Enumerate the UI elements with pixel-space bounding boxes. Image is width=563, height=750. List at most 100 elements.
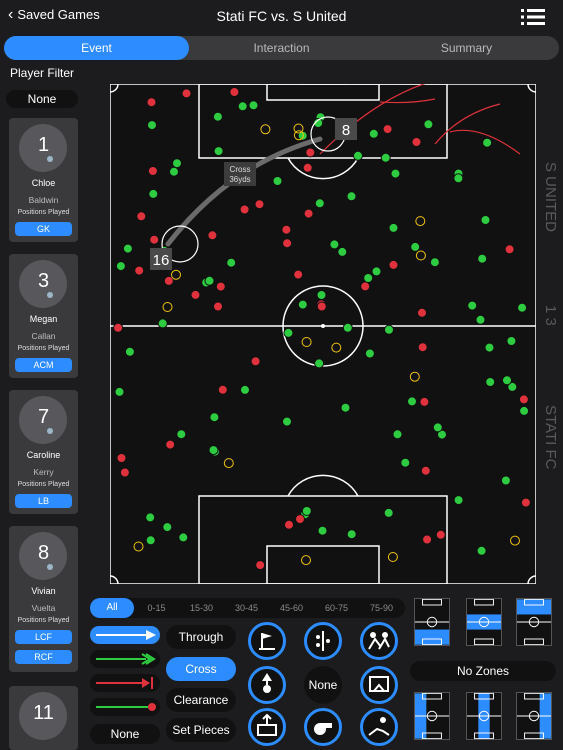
event-marker[interactable] (520, 497, 531, 508)
event-marker[interactable] (172, 158, 182, 169)
arrow-style-success[interactable] (90, 650, 160, 668)
event-marker[interactable] (213, 146, 224, 157)
event-marker[interactable] (363, 273, 374, 283)
event-marker[interactable] (419, 396, 430, 407)
position-badge[interactable]: ACM (15, 358, 72, 372)
event-marker[interactable] (429, 257, 440, 268)
event-marker[interactable] (283, 327, 294, 338)
event-marker[interactable] (417, 342, 428, 353)
event-marker[interactable] (148, 188, 159, 199)
event-marker[interactable] (502, 375, 512, 386)
event-marker[interactable] (116, 453, 127, 463)
event-marker[interactable] (305, 147, 316, 158)
clearance-button[interactable]: Clearance (166, 688, 236, 712)
event-marker[interactable] (506, 336, 517, 346)
event-marker[interactable] (518, 394, 529, 405)
event-marker[interactable] (420, 465, 431, 476)
zone-right-channel[interactable] (516, 692, 552, 740)
arrow-none-button[interactable]: None (90, 724, 160, 744)
event-marker[interactable] (208, 445, 219, 456)
event-marker[interactable] (163, 275, 174, 286)
event-marker[interactable] (145, 535, 156, 546)
event-marker[interactable] (157, 318, 168, 329)
event-marker[interactable] (165, 439, 176, 450)
event-marker[interactable] (475, 314, 486, 325)
event-marker[interactable] (239, 204, 250, 215)
event-marker[interactable] (190, 289, 201, 300)
event-marker[interactable] (517, 302, 528, 313)
event-marker[interactable] (371, 266, 382, 277)
event-marker[interactable] (147, 166, 158, 176)
event-marker[interactable] (432, 422, 443, 433)
time-filter-60-75[interactable]: 60-75 (314, 603, 359, 613)
event-marker[interactable] (302, 162, 313, 173)
event-marker[interactable] (360, 281, 371, 292)
tackle-icon[interactable] (360, 622, 398, 660)
position-badge[interactable]: GK (15, 222, 72, 236)
time-filter-45-60[interactable]: 45-60 (269, 603, 314, 613)
tab-summary[interactable]: Summary (374, 36, 559, 60)
player-filter-select[interactable]: None (6, 90, 78, 108)
event-marker[interactable] (390, 168, 401, 179)
position-badge[interactable]: LB (15, 494, 72, 508)
event-marker[interactable] (384, 324, 394, 335)
event-marker[interactable] (295, 514, 305, 525)
event-marker[interactable] (303, 208, 314, 219)
event-marker[interactable] (314, 358, 325, 369)
set-pieces-button[interactable]: Set Pieces (166, 718, 236, 742)
time-filter-0-15[interactable]: 0-15 (134, 603, 179, 613)
event-marker[interactable] (293, 269, 304, 280)
save-icon[interactable] (360, 666, 398, 704)
event-marker[interactable] (119, 467, 130, 478)
event-marker[interactable] (314, 198, 325, 209)
zone-middle-third[interactable] (466, 598, 502, 646)
event-marker[interactable] (388, 259, 399, 270)
event-marker[interactable] (485, 377, 496, 387)
event-marker[interactable] (215, 281, 226, 292)
time-filter-75-90[interactable]: 75-90 (359, 603, 404, 613)
player-card-3[interactable]: 3 Megan Callan Positions Played ACM (9, 254, 78, 378)
event-marker[interactable] (467, 300, 478, 311)
event-marker[interactable] (316, 290, 327, 300)
event-marker[interactable] (115, 261, 126, 272)
event-marker[interactable] (146, 97, 157, 108)
event-marker[interactable] (255, 560, 266, 571)
event-marker[interactable] (484, 342, 495, 353)
event-marker[interactable] (364, 348, 375, 359)
event-marker[interactable] (340, 402, 351, 413)
event-marker[interactable] (407, 396, 417, 407)
event-marker[interactable] (248, 100, 259, 111)
arrow-style-received[interactable] (90, 698, 160, 716)
event-marker[interactable] (240, 384, 250, 395)
slide-icon[interactable] (360, 708, 398, 746)
event-marker[interactable] (237, 101, 248, 112)
event-marker[interactable] (392, 429, 403, 440)
event-marker[interactable] (382, 124, 393, 135)
event-marker[interactable] (329, 239, 340, 250)
event-marker[interactable] (178, 532, 189, 543)
event-marker[interactable] (301, 506, 312, 516)
event-marker[interactable] (476, 545, 487, 556)
event-marker[interactable] (500, 475, 511, 486)
header-icon[interactable] (248, 666, 286, 704)
event-marker[interactable] (149, 234, 160, 245)
event-marker[interactable] (453, 173, 464, 184)
event-marker[interactable] (346, 191, 357, 202)
event-marker[interactable] (176, 429, 187, 440)
event-marker[interactable] (181, 88, 192, 99)
zone-left-channel[interactable] (414, 692, 450, 740)
tab-interaction[interactable]: Interaction (189, 36, 374, 60)
through-button[interactable]: Through (166, 625, 236, 649)
event-marker[interactable] (226, 257, 237, 268)
event-marker[interactable] (368, 128, 379, 139)
event-marker[interactable] (162, 522, 173, 533)
event-marker[interactable] (519, 405, 530, 416)
event-marker[interactable] (136, 211, 147, 222)
zone-attacking-third[interactable] (516, 598, 552, 646)
event-marker[interactable] (297, 299, 308, 310)
event-marker[interactable] (342, 322, 353, 333)
event-marker[interactable] (114, 386, 125, 397)
event-marker[interactable] (477, 253, 488, 264)
event-marker[interactable] (435, 529, 446, 540)
time-filter-30-45[interactable]: 30-45 (224, 603, 269, 613)
